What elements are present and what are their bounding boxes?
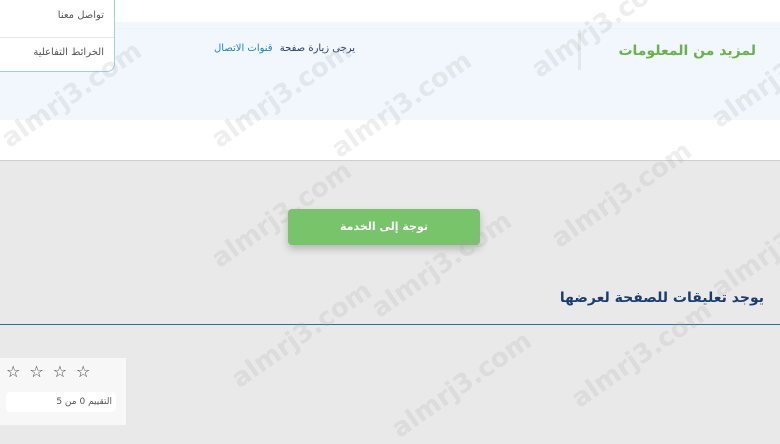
visit-text: يرجى زيارة صفحة	[279, 43, 356, 54]
rating-widget: ☆ ☆ ☆ ☆ التقييم 0 من 5	[0, 358, 126, 425]
watermark: almrj3.com	[226, 275, 378, 395]
visit-line: يرجى زيارة صفحة قنوات الاتصال	[214, 43, 355, 54]
vertical-divider	[578, 30, 581, 70]
star-icon[interactable]: ☆	[76, 364, 90, 380]
contact-channels-link[interactable]: قنوات الاتصال	[214, 43, 273, 54]
watermark: almrj3.com	[386, 325, 538, 444]
comments-divider	[0, 324, 780, 325]
dropdown-divider	[0, 37, 114, 38]
watermark: almrj3.com	[706, 185, 780, 305]
go-to-service-button[interactable]: توجة إلى الخدمة	[288, 209, 480, 245]
dropdown-item-contact-us[interactable]: تواصل معنا	[58, 10, 104, 21]
more-info-title: لمزيد من المعلومات	[618, 43, 756, 59]
star-icon[interactable]: ☆	[53, 364, 67, 380]
watermark: almrj3.com	[566, 295, 718, 415]
star-icon[interactable]: ☆	[29, 364, 43, 380]
band-divider	[0, 28, 780, 29]
comments-heading: يوجد تعليقات للصفحة لعرضها	[559, 290, 764, 306]
rating-caption: التقييم 0 من 5	[6, 392, 116, 412]
nav-dropdown-menu: تواصل معنا الخرائط التفاعلية	[0, 0, 115, 72]
dropdown-item-interactive-maps[interactable]: الخرائط التفاعلية	[33, 47, 104, 58]
rating-stars: ☆ ☆ ☆ ☆	[6, 364, 90, 380]
section-divider	[0, 160, 780, 161]
star-icon[interactable]: ☆	[6, 364, 20, 380]
more-info-band	[0, 22, 780, 120]
